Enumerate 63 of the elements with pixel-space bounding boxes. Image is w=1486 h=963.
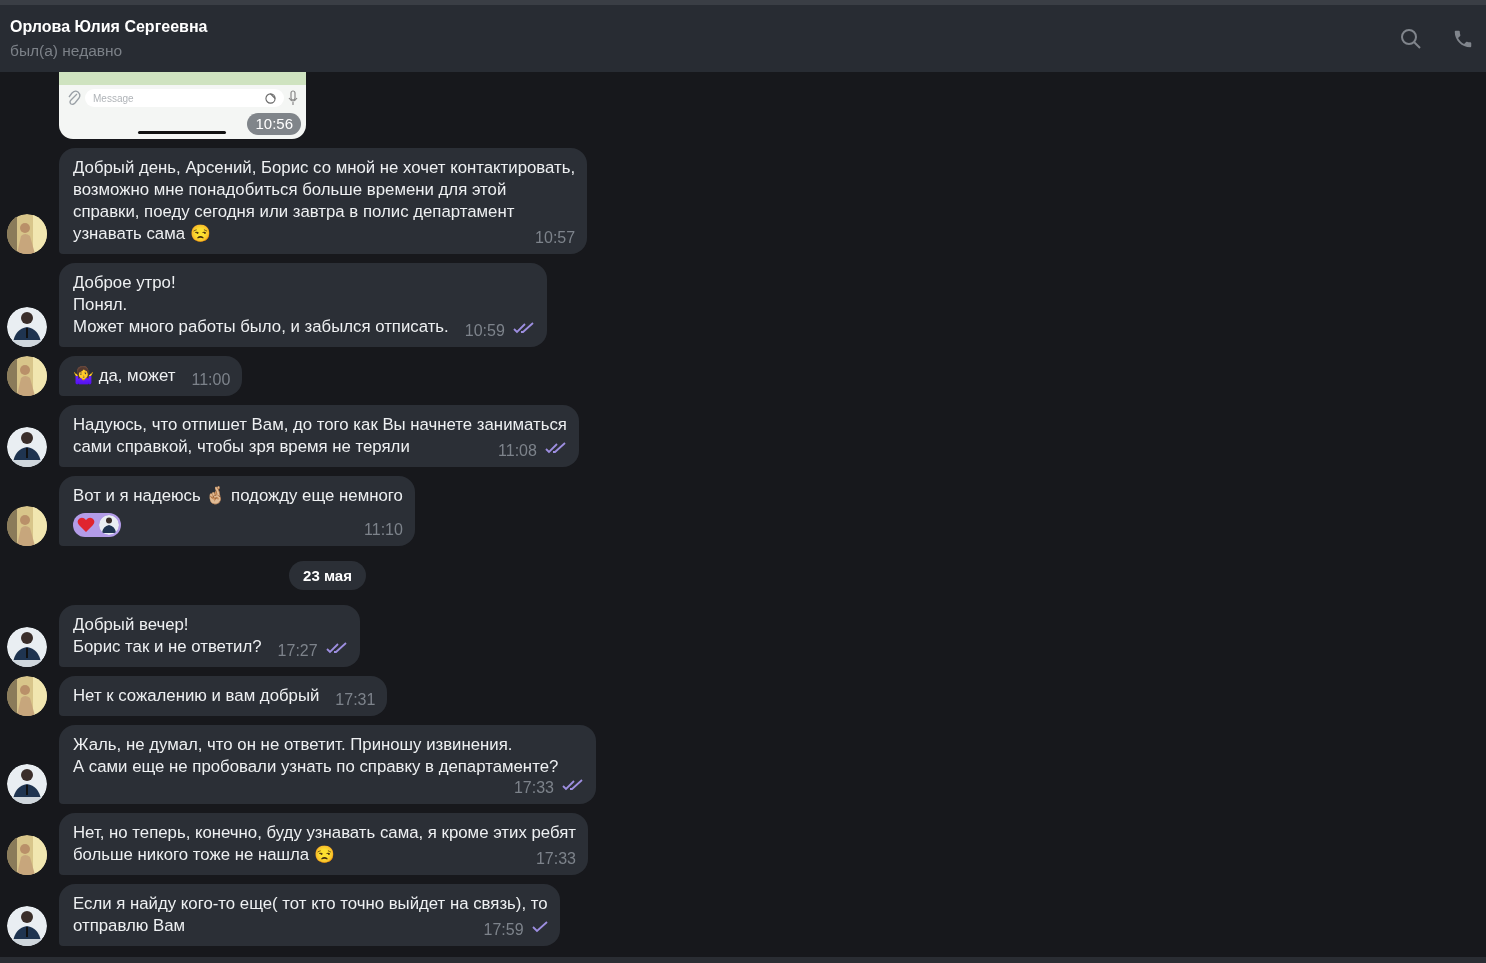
avatar[interactable] bbox=[7, 214, 47, 254]
message-time: 17:33 bbox=[535, 849, 576, 869]
message-bubble[interactable]: Нет к сожалению и вам добрый 17:31 bbox=[59, 676, 388, 716]
message-time: 17:27 bbox=[277, 641, 318, 661]
avatar[interactable] bbox=[7, 356, 47, 396]
message-text: Доброе утро! bbox=[73, 272, 177, 294]
avatar[interactable] bbox=[7, 764, 47, 804]
date-separator: 23 мая bbox=[289, 561, 366, 590]
message-bubble[interactable]: 🤷‍♀ да, может 11:00 bbox=[59, 356, 243, 396]
message-time: 11:08 bbox=[498, 441, 537, 461]
microphone-icon bbox=[288, 90, 298, 106]
message-bubble[interactable]: Надуюсь, что отпишет Вам, до того как Вы начнете заниматься сами справкой, чтобы зря время не теряли 11:08 bbox=[59, 405, 579, 467]
avatar[interactable] bbox=[7, 427, 47, 467]
message-text: Жаль, не думал, что он не ответит. Приношу извинения. bbox=[73, 734, 514, 756]
contact-status: был(а) недавно bbox=[10, 40, 124, 61]
message-text: Надуюсь, что отпишет Вам, до того как Вы начнете заниматься bbox=[73, 414, 567, 436]
avatar[interactable] bbox=[7, 835, 47, 875]
message-text: Добрый вечер! bbox=[73, 614, 190, 636]
message-text: возможно мне понадобиться больше времени для этой bbox=[73, 179, 508, 201]
message-bubble[interactable]: Нет, но теперь, конечно, буду узнавать сама, я кроме этих ребят больше никого тоже не нашла 😒 17:33 bbox=[59, 813, 588, 875]
message-text: Может много работы было, и забылся отписать. bbox=[73, 316, 449, 338]
avatar bbox=[99, 515, 119, 535]
message-text: Борис так и не ответил? bbox=[73, 636, 262, 658]
message-time: 17:59 bbox=[483, 920, 524, 940]
message-bubble[interactable]: Добрый вечер! Борис так и не ответил? 17:27 bbox=[59, 605, 360, 667]
message-time: 17:33 bbox=[513, 778, 554, 798]
contact-name[interactable]: Орлова Юлия Сергеевна bbox=[10, 15, 208, 38]
message-time: 10:56 bbox=[247, 113, 301, 135]
field-placeholder: Message bbox=[93, 91, 134, 106]
message-text: больше никого тоже не нашла 😒 bbox=[73, 844, 335, 866]
avatar[interactable] bbox=[7, 676, 47, 716]
search-icon[interactable] bbox=[1400, 27, 1422, 50]
sticker-icon bbox=[265, 92, 276, 104]
message-time: 17:31 bbox=[335, 690, 376, 710]
message-text: Нет, но теперь, конечно, буду узнавать сама, я кроме этих ребят bbox=[73, 822, 576, 844]
message-time: 11:00 bbox=[191, 370, 231, 390]
message-bubble[interactable]: Если я найду кого-то еще( тот кто точно выйдет на связь), то отправлю Вам 17:59 bbox=[59, 884, 560, 946]
message-bubble[interactable]: Вот и я надеюсь 🤞🏼 подожду еще немного 11:10 bbox=[59, 476, 415, 546]
reaction-chip[interactable] bbox=[73, 513, 121, 537]
message-bubble[interactable]: Жаль, не думал, что он не ответит. Приношу извинения. А сами еще не пробовали узнать по справку в департаменте? 17:33 bbox=[59, 725, 596, 804]
message-bubble[interactable]: Доброе утро! Понял. Может много работы было, и забылся отписать. 10:59 bbox=[59, 263, 547, 347]
avatar[interactable] bbox=[7, 307, 47, 347]
message-text: А сами еще не пробовали узнать по справку в департаменте? bbox=[73, 756, 559, 778]
heart-icon bbox=[77, 517, 95, 533]
message-bubble[interactable]: Добрый день, Арсений, Борис со мной не хочет контактировать, возможно мне понадобиться больше времени для этой справки, поеду сегодня или завтра в полис департамент узнавать сама 😒 10:57 bbox=[59, 148, 588, 254]
message-time: 10:59 bbox=[464, 321, 505, 341]
message-time: 10:57 bbox=[535, 228, 576, 248]
message-text: Нет к сожалению и вам добрый bbox=[73, 685, 320, 707]
avatar[interactable] bbox=[7, 627, 47, 667]
message-text: отправлю Вам bbox=[73, 915, 186, 937]
screenshot-image[interactable]: Message 10:56 bbox=[59, 72, 306, 139]
message-text: 🤷‍♀ да, может bbox=[73, 365, 176, 387]
paperclip-icon bbox=[67, 90, 81, 106]
message-text: Если я найду кого-то еще( тот кто точно выйдет на связь), то bbox=[73, 893, 548, 915]
message-text: Вот и я надеюсь 🤞🏼 подожду еще немного bbox=[73, 485, 403, 507]
message-text: сами справкой, чтобы зря время не теряли bbox=[73, 436, 410, 458]
message-text: справки, поеду сегодня или завтра в полис департамент bbox=[73, 201, 516, 223]
message-text: узнавать сама 😒 bbox=[73, 223, 211, 245]
message-text: Добрый день, Арсений, Борис со мной не хочет контактировать, bbox=[73, 157, 576, 179]
avatar[interactable] bbox=[7, 506, 47, 546]
message-time: 11:10 bbox=[364, 520, 403, 540]
avatar[interactable] bbox=[7, 906, 47, 946]
message-text: Понял. bbox=[73, 294, 129, 316]
